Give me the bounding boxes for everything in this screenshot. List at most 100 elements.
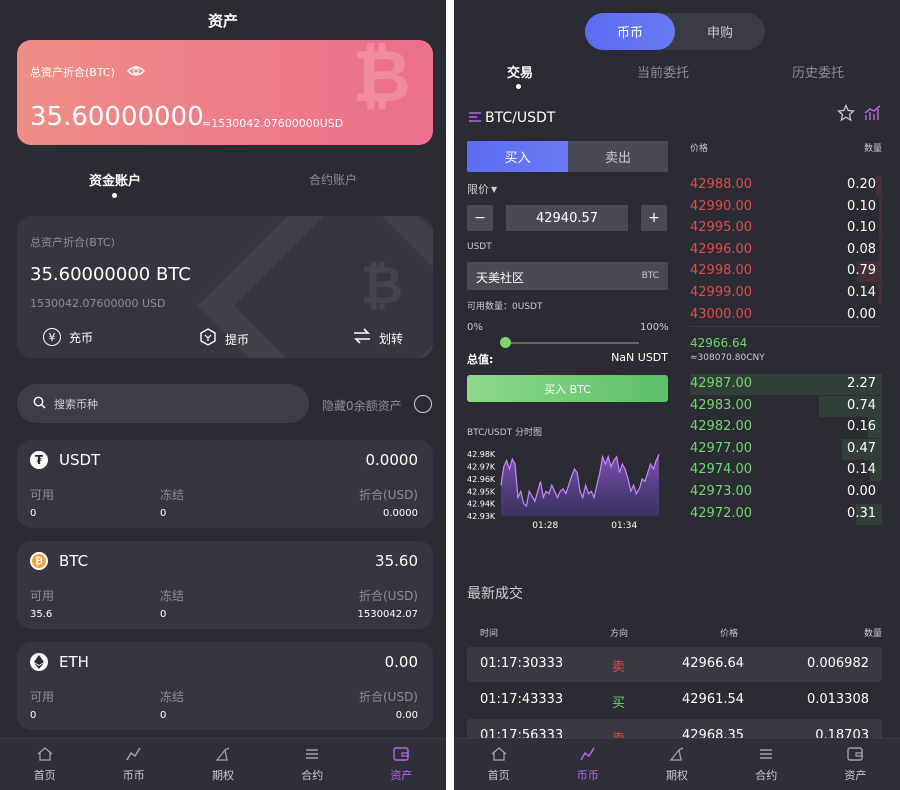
nav-contract[interactable]: 合约: [722, 739, 811, 790]
x-tick-label: 01:28: [532, 521, 558, 531]
trade-row[interactable]: 01:17:30333 卖 42966.64 0.006982: [467, 647, 882, 682]
order-book-row[interactable]: 42974.00 0.14: [690, 460, 882, 482]
order-book-row[interactable]: 42990.00 0.10: [690, 196, 882, 218]
star-icon[interactable]: [836, 103, 856, 126]
depth-bar: [877, 283, 882, 304]
trend-icon: [126, 747, 142, 764]
tab-fund-account[interactable]: 资金账户: [89, 170, 141, 189]
transfer-button[interactable]: 划转: [353, 328, 403, 348]
pair-name: BTC/USDT: [485, 109, 556, 126]
market-toggle: 币币 申购: [585, 13, 765, 50]
total-assets-banner: ₿ 总资产折合(BTC) 35.60000000 ≈1530042.076000…: [17, 40, 433, 145]
book-price: 42982.00: [690, 419, 753, 435]
sell-tab[interactable]: 卖出: [568, 141, 668, 172]
order-book-row[interactable]: 42988.00 0.20: [690, 175, 882, 196]
asset-frozen: 0: [160, 609, 167, 620]
book-price: 43000.00: [690, 306, 753, 322]
trade-row[interactable]: 01:17:43333 买 42961.54 0.013308: [467, 683, 882, 718]
order-book-row[interactable]: 42999.00 0.14: [690, 283, 882, 304]
slider-max-label: 100%: [640, 322, 669, 333]
nav-home[interactable]: 首页: [0, 739, 89, 790]
amount-input[interactable]: 天美社区 BTC: [467, 262, 668, 290]
tab-order-history[interactable]: 历史委托: [792, 62, 844, 81]
order-book-row[interactable]: 42998.00 0.79: [690, 261, 882, 283]
book-price: 42974.00: [690, 462, 753, 478]
order-book-row[interactable]: 42995.00 0.10: [690, 218, 882, 240]
chart-icon[interactable]: [864, 104, 882, 126]
price-unit-label: USDT: [467, 242, 492, 252]
order-book-row[interactable]: 43000.00 0.00: [690, 305, 882, 326]
amount-placeholder: 天美社区: [476, 271, 525, 285]
toggle-subscribe[interactable]: 申购: [675, 13, 765, 50]
nav-home[interactable]: 首页: [454, 739, 543, 790]
tab-contract-account[interactable]: 合约账户: [309, 171, 357, 188]
trade-price: 42966.64: [682, 656, 745, 671]
bid-list: 42987.00 2.27 42983.00 0.74 42982.00 0.16 4297…: [690, 374, 882, 526]
asset-card-eth[interactable]: ETH 0.00 可用 冻结 折合(USD) 0 0 0.00: [17, 642, 433, 730]
order-book-row[interactable]: 42996.00 0.08: [690, 239, 882, 261]
price-decrease-button[interactable]: −: [467, 205, 493, 231]
tab-trade[interactable]: 交易: [507, 62, 533, 81]
nav-assets[interactable]: 资产: [357, 739, 446, 790]
trades-header-qty: 数量: [863, 629, 882, 639]
asset-card-btc[interactable]: ₿ BTC 35.60 可用 冻结 折合(USD) 35.6 0 1530042…: [17, 541, 433, 629]
recent-trades-title: 最新成交: [467, 586, 523, 602]
assets-screen: 资产 ₿ 总资产折合(BTC) 35.60000000 ≈1530042.076…: [0, 0, 446, 790]
book-price: 42987.00: [690, 376, 753, 391]
bitcoin-watermark-icon: ₿: [352, 40, 411, 118]
col-usd: 折合(USD): [358, 488, 418, 502]
asset-card-usdt[interactable]: ₮ USDT 0.0000 可用 冻结 折合(USD) 0 0 0.0000: [17, 440, 433, 528]
book-header-price: 价格: [690, 144, 709, 154]
order-type-select[interactable]: 限价 ▼: [467, 181, 497, 197]
book-price: 42988.00: [690, 177, 753, 192]
bitcoin-icon: ₿: [30, 552, 48, 570]
total-label: 总值:: [467, 353, 494, 366]
nav-options[interactable]: 期权: [178, 739, 267, 790]
bottom-nav: 首页 币币 期权 合约 资产: [0, 738, 446, 790]
nav-assets[interactable]: 资产: [811, 739, 900, 790]
hide-zero-checkbox[interactable]: [414, 395, 432, 413]
eye-icon[interactable]: [127, 62, 145, 80]
contract-icon: [758, 747, 774, 764]
amount-slider-track[interactable]: [504, 342, 639, 344]
trade-side: 卖: [612, 660, 626, 675]
deposit-button[interactable]: ¥ 充币: [43, 328, 93, 346]
col-usd: 折合(USD): [358, 589, 418, 603]
nav-options[interactable]: 期权: [632, 739, 721, 790]
order-book-row[interactable]: 42987.00 2.27: [690, 374, 882, 395]
book-qty: 0.10: [847, 198, 876, 214]
withdraw-button[interactable]: 提币: [199, 328, 249, 350]
book-price: 42999.00: [690, 285, 753, 300]
asset-name: ETH: [59, 653, 89, 671]
book-qty: 0.00: [847, 306, 876, 322]
buy-btc-button[interactable]: 买入 BTC: [467, 375, 668, 402]
nav-spot[interactable]: 币币: [89, 739, 178, 790]
amount-slider-handle[interactable]: [500, 337, 511, 348]
menu-icon: [468, 108, 482, 127]
account-summary-card: ₿ 总资产折合(BTC) 35.60000000 BTC 1530042.076…: [17, 216, 433, 358]
book-qty: 0.79: [847, 263, 876, 279]
nav-contract[interactable]: 合约: [268, 739, 357, 790]
order-book-row[interactable]: 42983.00 0.74: [690, 395, 882, 417]
order-book-row[interactable]: 42972.00 0.31: [690, 503, 882, 525]
price-chart[interactable]: 42.98K 42.97K 42.96K 42.95K 42.94K 42.93K 01:2…: [467, 440, 667, 535]
price-input[interactable]: 42940.57: [506, 205, 628, 231]
search-input[interactable]: 搜索币种: [17, 384, 309, 423]
price-increase-button[interactable]: +: [641, 205, 667, 231]
tab-active-dot: [112, 193, 117, 198]
price-area: [501, 454, 659, 516]
ethereum-icon: [30, 653, 48, 671]
order-book-row[interactable]: 42973.00 0.00: [690, 482, 882, 503]
order-book-row[interactable]: 42982.00 0.16: [690, 417, 882, 439]
pair-selector[interactable]: BTC/USDT: [468, 108, 555, 127]
toggle-spot[interactable]: 币币: [585, 13, 675, 50]
book-qty: 0.47: [847, 440, 876, 456]
nav-spot[interactable]: 币币: [543, 739, 632, 790]
tab-open-orders[interactable]: 当前委托: [637, 62, 689, 81]
col-frozen: 冻结: [160, 690, 185, 704]
buy-tab[interactable]: 买入: [467, 141, 568, 172]
options-icon: [669, 746, 685, 764]
account-usd-value: 1530042.07600000 USD: [30, 297, 166, 310]
order-book-row[interactable]: 42977.00 0.47: [690, 438, 882, 460]
book-qty: 0.10: [847, 220, 876, 236]
